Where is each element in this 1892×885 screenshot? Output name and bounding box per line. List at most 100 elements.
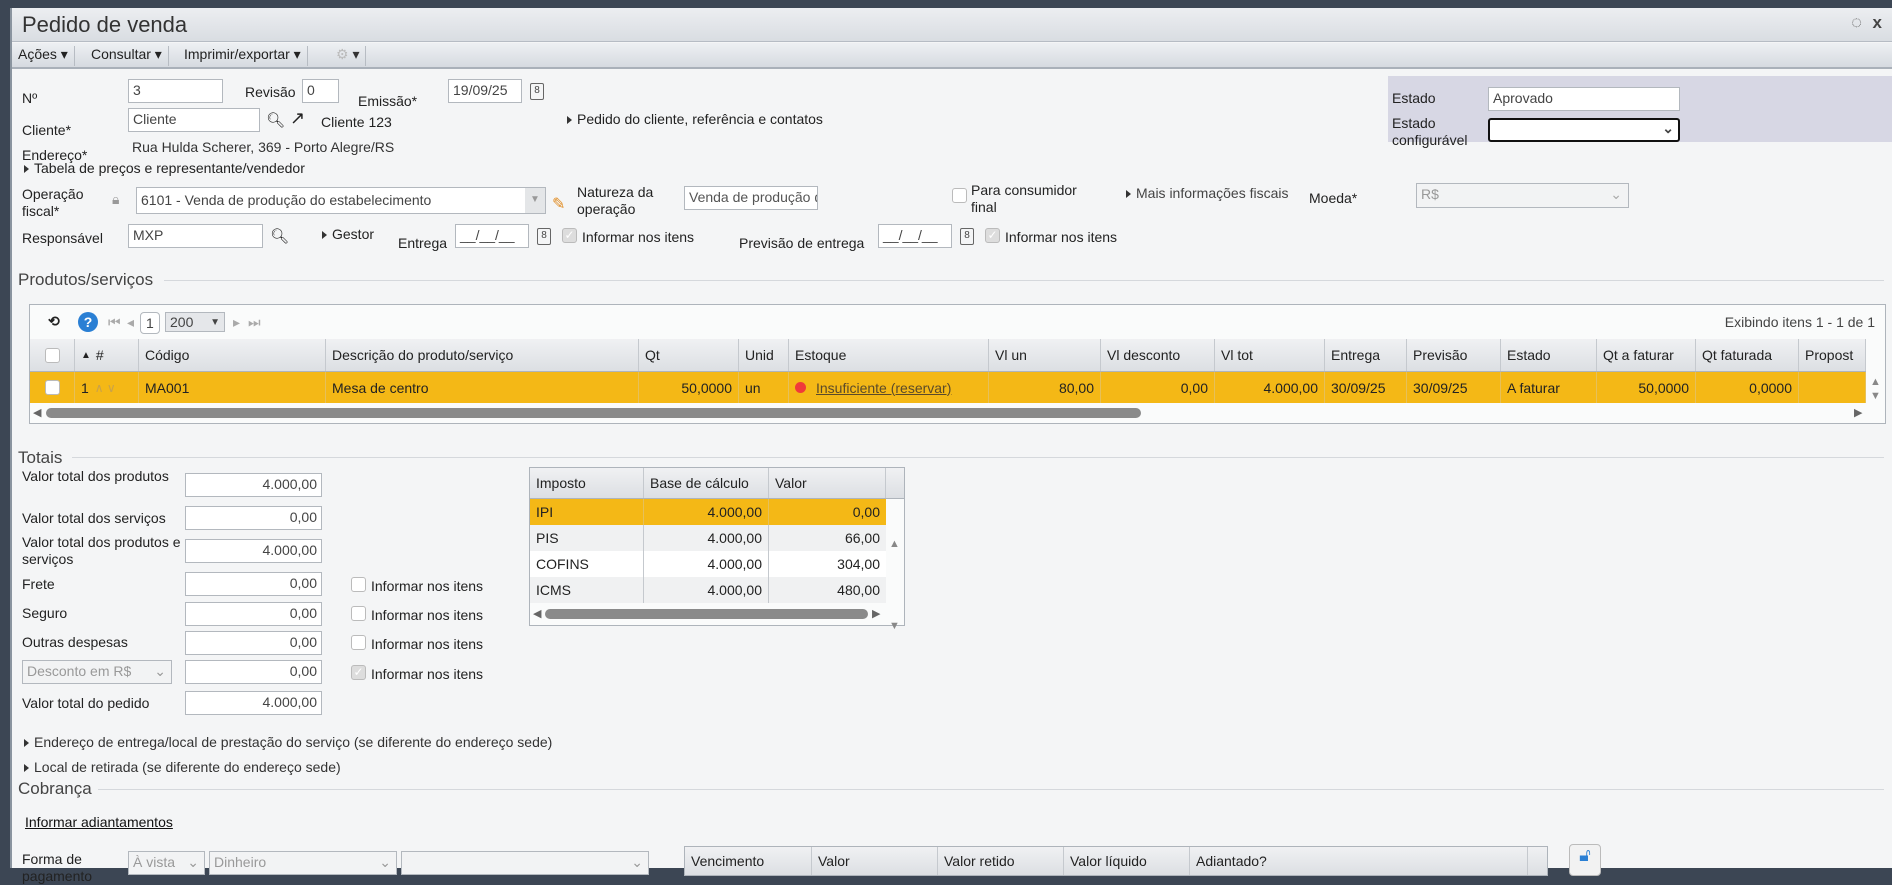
total-ps-input[interactable]: 4.000,00 [185,539,322,563]
unlock-icon[interactable]: 🔓︎ [1569,844,1601,876]
gestor-link[interactable]: Gestor [322,226,374,242]
estado-input[interactable]: Aprovado [1488,87,1680,111]
col-header[interactable]: Entrega [1325,339,1407,371]
pedido-cliente-link[interactable]: Pedido do cliente, referência e contatos [567,111,823,127]
next-page-icon[interactable]: ▸ [233,314,240,331]
entrega-informar-itens-checkbox[interactable]: ✓ [562,228,577,243]
total-servicos-input[interactable]: 0,00 [185,506,322,530]
close-icon[interactable]: x [1873,13,1882,33]
seguro-input[interactable]: 0,00 [185,602,322,626]
settings-menu[interactable]: ⚙ ▾ [330,46,367,66]
col-header[interactable]: Vl desconto [1101,339,1215,371]
page-size-select[interactable]: 200 ▼ [165,312,225,332]
col-header[interactable]: Estoque [789,339,989,371]
col-header[interactable]: Qt faturada [1696,339,1799,371]
condicao-select[interactable]: À vista ⌄ [128,851,205,875]
col-header[interactable]: Código [139,339,326,371]
scroll-left-icon[interactable]: ◀ [533,607,541,620]
refresh-icon[interactable]: ⟲ [48,313,60,330]
estado-config-select[interactable]: ⌄ [1488,118,1680,142]
local-retirada-link[interactable]: Local de retirada (se diferente do ender… [24,759,341,775]
pencil-icon[interactable]: ✎ [552,194,565,214]
endereco-entrega-link[interactable]: Endereço de entrega/local de prestação d… [24,734,552,750]
previsao-input[interactable]: __/__/__ [878,224,952,248]
estoque-link[interactable]: Insuficiente (reservar) [816,380,951,396]
col-header[interactable]: Descrição do produto/serviço [326,339,639,371]
vertical-scrollbar[interactable]: ▲ ▼ [889,503,900,667]
row-checkbox[interactable] [44,380,60,395]
table-row[interactable]: 1 ∧ ∨ MA001 Mesa de centro 50,0000 un Ins… [30,372,1866,403]
table-row[interactable]: PIS 4.000,00 66,00 [530,525,886,551]
total-pedido-input[interactable]: 4.000,00 [185,691,322,715]
outras-informar-checkbox[interactable] [351,635,366,650]
col-header[interactable]: Valor [812,847,938,875]
imprimir-menu[interactable]: Imprimir/exportar ▾ [178,46,308,66]
col-header[interactable]: Previsão [1407,339,1501,371]
entrega-input[interactable]: __/__/__ [455,224,529,248]
col-header[interactable]: Imposto [530,468,644,498]
scroll-right-icon[interactable]: ▶ [872,607,880,620]
col-header[interactable]: Base de cálculo [644,468,769,498]
col-header[interactable]: Qt [639,339,739,371]
comment-icon[interactable]: ◌ [1851,12,1862,33]
numero-input[interactable]: 3 [128,79,223,103]
col-header[interactable]: Estado [1501,339,1597,371]
scroll-right-icon[interactable]: ▶ [1854,406,1862,419]
acoes-menu[interactable]: Ações ▾ [12,46,75,66]
open-external-icon[interactable]: ↗ [290,108,305,129]
col-header[interactable]: Unid [739,339,789,371]
calendar-icon[interactable]: 8 [960,228,974,245]
consultar-menu[interactable]: Consultar ▾ [85,46,169,66]
move-up-down-icon[interactable]: ∧ ∨ [95,381,116,395]
col-header[interactable]: Vl tot [1215,339,1325,371]
adiantamentos-link[interactable]: Informar adiantamentos [25,814,173,830]
page-input[interactable]: 1 [140,312,160,334]
frete-input[interactable]: 0,00 [185,572,322,596]
table-row[interactable]: ICMS 4.000,00 480,00 [530,577,886,603]
last-page-icon[interactable]: ⏭ [248,314,261,331]
previsao-informar-itens-checkbox[interactable]: ✓ [985,228,1000,243]
table-row[interactable]: IPI 4.000,00 0,00 [530,499,886,525]
col-header[interactable]: Adiantado? [1190,847,1528,875]
horizontal-scrollbar[interactable] [545,609,868,619]
seguro-informar-checkbox[interactable] [351,606,366,621]
vertical-scrollbar[interactable]: ▲ ▼ [1870,375,1881,403]
responsavel-input[interactable]: MXP [128,224,263,248]
outras-input[interactable]: 0,00 [185,631,322,655]
prev-page-icon[interactable]: ◂ [127,314,134,331]
total-produtos-input[interactable]: 4.000,00 [185,473,322,497]
select-all-checkbox[interactable] [44,347,60,363]
mais-info-fiscais-link[interactable]: Mais informações fiscais [1126,185,1289,201]
col-header[interactable]: Valor retido [938,847,1064,875]
cliente-input[interactable]: Cliente [128,108,260,132]
col-header[interactable]: ▲ # [75,339,139,371]
operacao-select[interactable]: 6101 - Venda de produção do estabelecime… [136,187,546,214]
calendar-icon[interactable]: 8 [530,83,544,100]
col-header[interactable]: Vencimento [685,847,812,875]
col-header[interactable]: Valor líquido [1064,847,1190,875]
scroll-left-icon[interactable]: ◀ [33,406,41,419]
first-page-icon[interactable]: ⏮ [108,314,121,331]
extra-select[interactable]: ⌄ [401,851,649,875]
desconto-input[interactable]: 0,00 [185,660,322,684]
help-icon[interactable]: ? [78,312,98,332]
search-icon[interactable]: 🔍︎ [266,111,285,129]
natureza-input[interactable]: Venda de produção do estabelecime [684,186,818,210]
consumidor-final-checkbox[interactable] [952,188,967,203]
frete-informar-checkbox[interactable] [351,577,366,592]
meio-select[interactable]: Dinheiro ⌄ [209,851,397,875]
col-header[interactable]: Valor [769,468,886,498]
emissao-input[interactable]: 19/09/25 [448,79,522,103]
horizontal-scrollbar[interactable] [46,408,1141,418]
tabela-precos-link[interactable]: Tabela de preços e representante/vendedo… [24,160,305,176]
table-row[interactable]: COFINS 4.000,00 304,00 [530,551,886,577]
revisao-input[interactable]: 0 [302,79,339,103]
desconto-tipo-select[interactable]: Desconto em R$ ⌄ [22,660,172,684]
search-icon[interactable]: 🔍︎ [270,227,289,245]
desconto-informar-checkbox[interactable]: ✓ [351,665,366,680]
col-header[interactable]: Vl un [989,339,1101,371]
col-header[interactable]: Qt a faturar [1597,339,1696,371]
calendar-icon[interactable]: 8 [537,228,551,245]
col-header[interactable]: Propost [1799,339,1866,371]
moeda-select[interactable]: R$ ⌄ [1416,183,1629,208]
